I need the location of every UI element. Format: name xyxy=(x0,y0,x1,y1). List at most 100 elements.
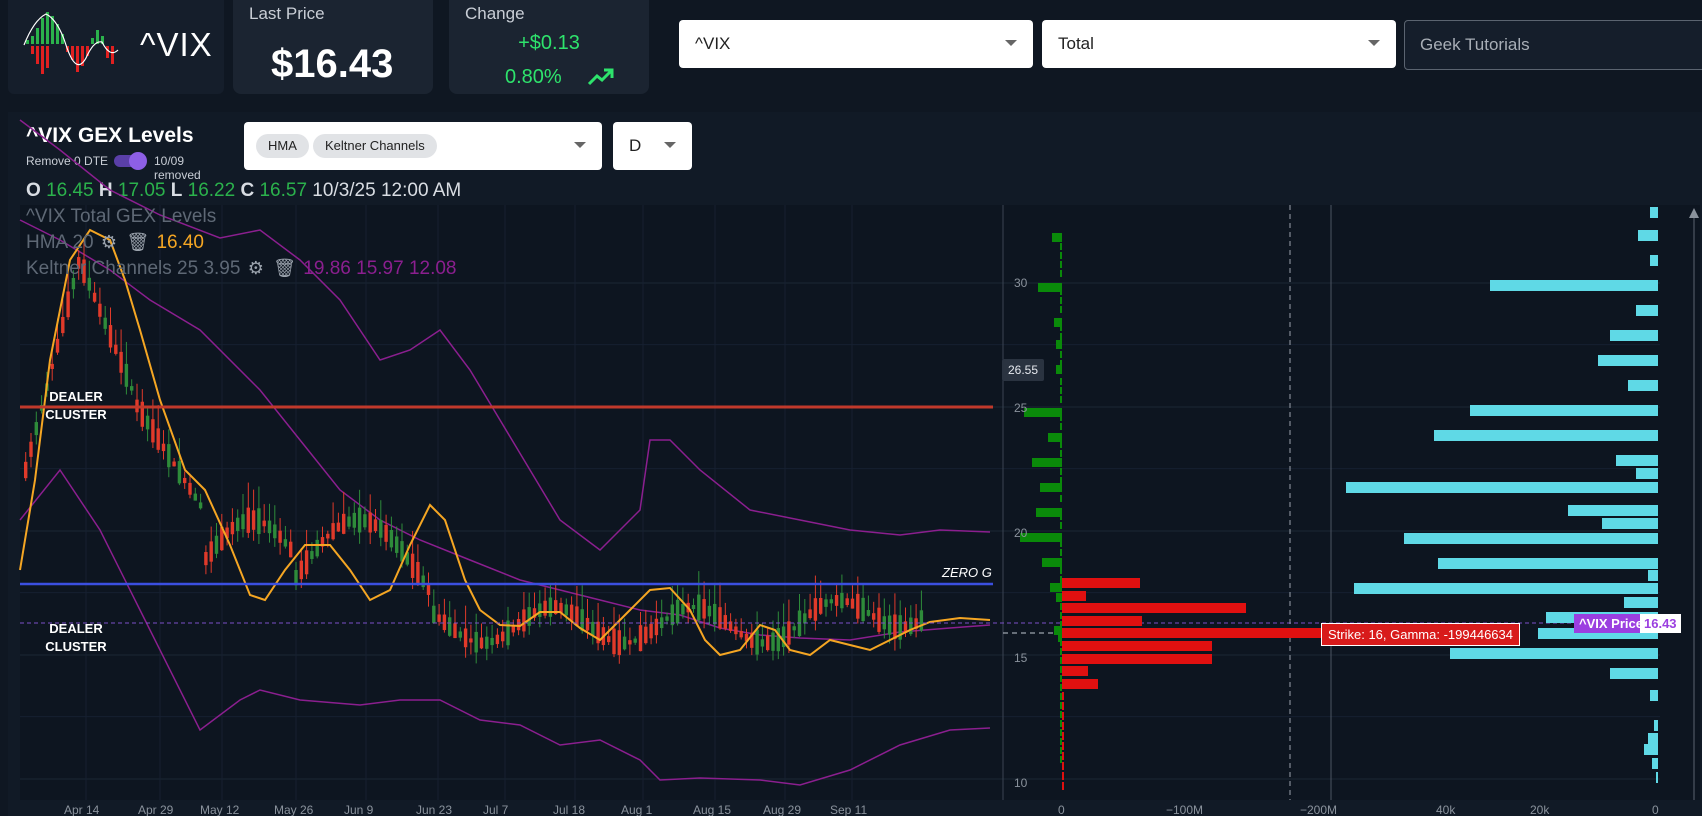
candle-body xyxy=(665,616,669,621)
x-tick-label: Jun 9 xyxy=(344,803,374,816)
candle-body xyxy=(490,637,494,646)
gex-bar-positive xyxy=(1060,756,1062,763)
gex-bar-negative xyxy=(1062,591,1086,601)
gex-bar-negative xyxy=(1062,654,1212,664)
x-tick-label: Apr 14 xyxy=(64,803,100,816)
cluster-word: CLUSTER xyxy=(45,407,107,422)
gex-bar-positive xyxy=(1060,324,1062,331)
hma-name: HMA xyxy=(26,232,68,253)
candle-body xyxy=(458,631,462,638)
zero-g-label: ZERO G xyxy=(942,565,992,580)
candle-body xyxy=(209,541,213,562)
gear-icon[interactable]: ⚙ xyxy=(101,232,117,253)
gex-bar-negative xyxy=(1062,692,1064,700)
gex-bar-positive xyxy=(1060,738,1062,745)
candle-body xyxy=(617,630,621,656)
gex-bar-positive xyxy=(1060,612,1062,619)
candle-body xyxy=(808,609,812,619)
oi-bar xyxy=(1652,758,1658,769)
candle-body xyxy=(919,610,924,631)
candle-body xyxy=(241,514,245,530)
gex-bar-negative xyxy=(1062,641,1212,651)
candle-body xyxy=(463,628,468,648)
gex-bar-positive xyxy=(1060,333,1062,340)
candle-body xyxy=(834,595,839,606)
candle-body xyxy=(909,617,913,635)
trash-icon[interactable]: 🗑 xyxy=(126,232,149,253)
gex-bar-positive xyxy=(1060,396,1062,403)
oi-axis-label: 40k xyxy=(1436,803,1456,816)
candle-body xyxy=(644,626,648,644)
candle-body xyxy=(845,598,849,606)
gex-bar-positive xyxy=(1060,702,1062,709)
candle-body xyxy=(453,623,457,639)
candle-body xyxy=(167,444,171,468)
candle-body xyxy=(267,520,272,534)
candle-body xyxy=(379,520,383,538)
candle-body xyxy=(289,541,293,558)
oi-bar xyxy=(1346,482,1658,493)
gex-axis-label: −100M xyxy=(1166,803,1203,816)
candle-body xyxy=(66,291,70,318)
gex-bar-positive xyxy=(1060,540,1062,547)
candle-body xyxy=(479,637,484,649)
candle-body xyxy=(543,600,547,616)
candle-body xyxy=(638,625,643,652)
strike-tooltip: Strike: 16, Gamma: -199446634 xyxy=(1321,623,1520,646)
gex-bar-positive xyxy=(1032,458,1062,467)
oi-bar xyxy=(1434,430,1658,441)
candle-body xyxy=(564,604,568,616)
candle-body xyxy=(612,628,616,655)
oi-bar xyxy=(1650,255,1658,266)
oi-bar xyxy=(1636,305,1658,316)
gex-bar-positive xyxy=(1060,522,1062,529)
candle-body xyxy=(771,632,775,651)
candle-body xyxy=(628,640,632,645)
oi-bar xyxy=(1638,230,1658,241)
candle-body xyxy=(315,539,319,557)
gex-bar-positive xyxy=(1060,270,1062,277)
gex-bar-positive xyxy=(1060,729,1062,736)
candle-body xyxy=(607,636,611,643)
candle-body xyxy=(501,631,505,642)
legend-keltner: Keltner Channels 25 3.95 ⚙ 🗑 19.86 15.97… xyxy=(26,258,457,280)
candle-body xyxy=(803,613,807,624)
gex-bar-positive xyxy=(1060,495,1062,502)
candle-body xyxy=(61,316,65,334)
candle-body xyxy=(368,512,372,533)
candle-body xyxy=(384,524,388,542)
gex-bar-positive xyxy=(1048,433,1062,442)
trash-icon[interactable]: 🗑 xyxy=(273,258,296,279)
gex-bar-positive xyxy=(1056,340,1062,349)
legend-series: ^VIX Total GEX Levels xyxy=(26,206,216,228)
candle-body xyxy=(739,631,743,638)
candle-body xyxy=(193,493,197,501)
candle-body xyxy=(516,619,521,631)
candle-body xyxy=(140,401,144,427)
candle-body xyxy=(760,639,765,647)
gex-bar-negative xyxy=(1062,666,1088,676)
price-axis-label: 25 xyxy=(1014,401,1028,415)
candle-body xyxy=(691,604,696,610)
candle-body xyxy=(119,351,123,373)
candle-body xyxy=(246,507,250,533)
candle-body xyxy=(336,522,341,532)
candle-body xyxy=(819,598,823,614)
gex-bar-positive xyxy=(1060,423,1062,430)
candle-body xyxy=(183,477,187,484)
candle-body xyxy=(310,551,314,559)
candle-body xyxy=(236,517,240,531)
price-axis-label: 30 xyxy=(1014,276,1028,290)
keltner-values: 19.86 15.97 12.08 xyxy=(303,258,457,279)
oi-axis-label: 20k xyxy=(1530,803,1550,816)
oi-bar xyxy=(1650,207,1658,218)
candle-body xyxy=(342,513,346,534)
candle-body xyxy=(363,514,367,528)
gex-bar-positive xyxy=(1060,450,1062,457)
gex-bar-positive xyxy=(1060,711,1062,718)
price-axis-label: 20 xyxy=(1014,526,1028,540)
candle-body xyxy=(55,338,60,353)
oi-bar xyxy=(1610,330,1658,341)
gex-chart[interactable]: 30 25 20 15 10 Apr 14 Apr 29 May 12 May 26 Jun 9 J… xyxy=(0,0,1702,816)
gear-icon[interactable]: ⚙ xyxy=(248,258,264,279)
